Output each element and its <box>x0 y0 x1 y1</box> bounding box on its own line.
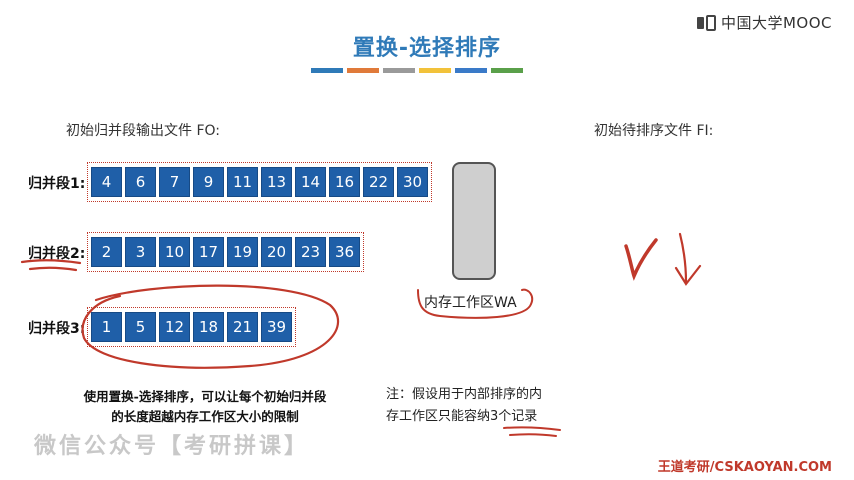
run-2-cell: 10 <box>159 237 190 267</box>
run-3-cell: 39 <box>261 312 292 342</box>
replacement-selection-note: 使用置换-选择排序，可以让每个初始归并段 的长度超越内存工作区大小的限制 <box>60 387 350 427</box>
color-bar-segment <box>455 68 487 73</box>
run-2-cell: 3 <box>125 237 156 267</box>
work-area-label: 内存工作区WA <box>424 295 517 311</box>
run-3-cell: 5 <box>125 312 156 342</box>
run-1-cell: 11 <box>227 167 258 197</box>
color-bar-segment <box>491 68 523 73</box>
note-line: 存工作区只能容纳3个记录 <box>386 409 538 424</box>
run-2-cell: 2 <box>91 237 122 267</box>
run-1-cell: 14 <box>295 167 326 197</box>
run-2-cell: 20 <box>261 237 292 267</box>
color-bar-segment <box>347 68 379 73</box>
run-3-cell: 21 <box>227 312 258 342</box>
down-arrow <box>674 232 702 286</box>
run-3-cell: 12 <box>159 312 190 342</box>
color-bar-segment <box>383 68 415 73</box>
work-area-box <box>452 162 496 280</box>
run-1-cell: 4 <box>91 167 122 197</box>
run-1-cell: 22 <box>363 167 394 197</box>
run-3-cell: 18 <box>193 312 224 342</box>
mooc-logo-icon <box>696 14 717 31</box>
color-bar-segment <box>419 68 451 73</box>
watermark: 微信公众号【考研拼课】 <box>34 434 310 459</box>
run-1: 4 6 7 9 11 13 14 16 22 30 <box>87 162 432 202</box>
run-1-label: 归并段1: <box>28 176 86 192</box>
output-file-label: 初始归并段输出文件 FO: <box>66 123 220 139</box>
assumption-note: 注：假设用于内部排序的内 存工作区只能容纳3个记录 <box>386 384 586 428</box>
note-line: 注：假设用于内部排序的内 <box>386 387 543 402</box>
run-3-cell: 1 <box>91 312 122 342</box>
note-line: 使用置换-选择排序，可以让每个初始归并段 <box>83 389 327 404</box>
run-2-cell: 36 <box>329 237 360 267</box>
run-3: 1 5 12 18 21 39 <box>87 307 296 347</box>
input-file-label: 初始待排序文件 FI: <box>594 123 714 139</box>
run-1-cell: 13 <box>261 167 292 197</box>
run-2-label: 归并段2: <box>28 246 86 262</box>
run-1-cell: 9 <box>193 167 224 197</box>
run-2-cell: 23 <box>295 237 326 267</box>
check-mark <box>624 238 658 281</box>
run-2-cell: 17 <box>193 237 224 267</box>
footer-brand: 王道考研/CSKAOYAN.COM <box>657 460 832 475</box>
color-bar-segment <box>311 68 343 73</box>
run-1-cell: 30 <box>397 167 428 197</box>
note-line: 的长度超越内存工作区大小的限制 <box>111 409 299 424</box>
run-1-cell: 16 <box>329 167 360 197</box>
run-1-cell: 7 <box>159 167 190 197</box>
run-2-cell: 19 <box>227 237 258 267</box>
page-title: 置换-选择排序 <box>352 36 502 61</box>
run-2: 2 3 10 17 19 20 23 36 <box>87 232 364 272</box>
underline-three-records <box>503 426 561 437</box>
title-color-bar <box>311 68 523 73</box>
run-3-label: 归并段3: <box>28 321 86 337</box>
run-1-cell: 6 <box>125 167 156 197</box>
